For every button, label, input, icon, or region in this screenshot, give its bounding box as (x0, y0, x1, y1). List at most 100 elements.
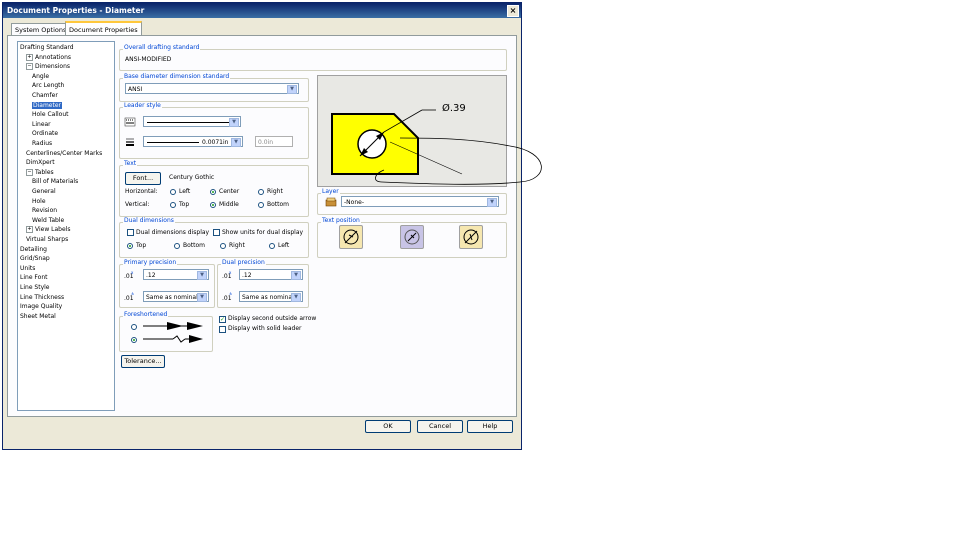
tree-item[interactable]: Bill of Materials (32, 177, 78, 186)
primary-tolerance-select[interactable]: Same as nominal ▼ (143, 291, 209, 302)
foreshortened-arrow-radio[interactable] (131, 337, 137, 343)
close-button[interactable]: × (507, 5, 519, 17)
svg-text:x: x (131, 270, 134, 275)
overall-standard-group (119, 49, 507, 71)
text-group-label: Text (123, 160, 138, 167)
primary-precision-label: Primary precision (123, 259, 178, 266)
overall-standard-label: Overall drafting standard (123, 44, 201, 51)
dual-display-checkbox[interactable] (127, 229, 134, 236)
second-arrow-checkbox[interactable]: ✓ (219, 316, 226, 323)
text-position-broken-leader-button[interactable] (339, 225, 363, 249)
dual-tolerance-precision-icon: .01± (222, 291, 232, 302)
base-standard-select[interactable]: ANSI ▼ (125, 83, 299, 94)
custom-thickness-input[interactable]: 0.0in (255, 136, 293, 147)
chevron-down-icon: ▼ (229, 118, 239, 127)
tree-item[interactable]: Line Thickness (20, 293, 64, 302)
dual-top-radio[interactable] (127, 243, 133, 249)
tree-item-label: Detailing (20, 245, 47, 253)
tolerance-button[interactable]: Tolerance... (121, 355, 165, 368)
text-position-horizontal-button[interactable] (459, 225, 483, 249)
text-position-aligned-button[interactable] (400, 225, 424, 249)
tree-item[interactable]: + View Labels (26, 225, 70, 234)
h-left-radio[interactable] (170, 189, 176, 195)
leader-style-group (119, 107, 309, 159)
expand-icon[interactable]: + (26, 53, 33, 61)
tree-item[interactable]: Line Font (20, 273, 47, 282)
tree-item[interactable]: Chamfer (32, 91, 58, 100)
tree-item-label: Arc Length (32, 82, 65, 90)
layer-value: -None- (344, 199, 364, 206)
tree-item[interactable]: Sheet Metal (20, 312, 56, 321)
line-thickness-select[interactable]: 0.0071in ▼ (143, 136, 243, 147)
tree-item-label: Tables (35, 168, 54, 176)
font-button[interactable]: Font... (125, 172, 161, 185)
tree-item[interactable]: + Annotations (26, 53, 71, 62)
tree-item[interactable]: − Tables (26, 168, 54, 177)
tree-item[interactable]: Hole (32, 197, 46, 206)
title-bar[interactable]: Document Properties - Diameter × (3, 3, 521, 18)
tree-item[interactable]: Virtual Sharps (26, 235, 68, 244)
dual-left-radio[interactable] (269, 243, 275, 249)
tree-item[interactable]: Radius (32, 139, 52, 148)
tree-item-label: Chamfer (32, 92, 58, 99)
dual-units-checkbox[interactable] (213, 229, 220, 236)
dual-precision-select[interactable]: .12 ▼ (239, 269, 303, 280)
h-right-radio[interactable] (258, 189, 264, 195)
tree-item[interactable]: Units (20, 264, 35, 273)
solid-leader-checkbox[interactable] (219, 326, 226, 333)
tree-item-label: Dimensions (35, 63, 71, 71)
h-right-label: Right (267, 188, 283, 195)
tree-item[interactable]: Drafting Standard (20, 43, 74, 52)
tree-item[interactable]: General (32, 187, 56, 196)
collapse-icon[interactable]: − (26, 63, 33, 71)
tree-item[interactable]: Angle (32, 72, 49, 81)
options-tree[interactable]: Drafting Standard + Annotations − Dimensions… (17, 41, 115, 411)
layer-icon (325, 197, 337, 207)
tree-item[interactable]: Diameter (32, 101, 63, 110)
dual-right-radio[interactable] (220, 243, 226, 249)
tree-item[interactable]: DimXpert (26, 158, 55, 167)
tree-item[interactable]: Revision (32, 206, 57, 215)
svg-text:±: ± (229, 291, 232, 296)
tree-item-label: Radius (32, 140, 53, 147)
chevron-down-icon: ▼ (231, 138, 241, 147)
tree-item-label: Units (20, 264, 36, 272)
primary-precision-select[interactable]: .12 ▼ (143, 269, 209, 280)
collapse-icon[interactable]: − (26, 168, 33, 176)
chevron-down-icon: ▼ (287, 85, 297, 94)
v-middle-label: Middle (219, 201, 239, 208)
help-button[interactable]: Help (467, 420, 513, 433)
cancel-button[interactable]: Cancel (417, 420, 463, 433)
tree-item[interactable]: Detailing (20, 245, 47, 254)
tree-item[interactable]: Weld Table (32, 216, 64, 225)
layer-select[interactable]: -None- ▼ (341, 196, 499, 207)
v-bottom-radio[interactable] (258, 202, 264, 208)
tree-item-label: Grid/Snap (20, 255, 50, 263)
v-middle-radio[interactable] (210, 202, 216, 208)
tree-item[interactable]: Linear (32, 120, 51, 129)
leader-style-label: Leader style (123, 102, 162, 109)
dual-units-label: Show units for dual display (222, 229, 304, 236)
v-top-radio[interactable] (170, 202, 176, 208)
h-center-radio[interactable] (210, 189, 216, 195)
tree-item-label: Virtual Sharps (26, 236, 69, 243)
tree-item[interactable]: Line Style (20, 283, 49, 292)
overall-standard-value: ANSI-MODIFIED (125, 56, 172, 63)
v-top-label: Top (179, 201, 190, 208)
expand-icon[interactable]: + (26, 226, 33, 234)
line-style-select[interactable]: ▼ (143, 116, 241, 127)
tree-item[interactable]: Centerlines/Center Marks (26, 149, 102, 158)
tree-item[interactable]: Hole Callout (32, 110, 68, 119)
tree-item[interactable]: − Dimensions (26, 62, 70, 71)
dual-tolerance-select[interactable]: Same as nominal ▼ (239, 291, 303, 302)
line-thickness-icon (126, 138, 134, 146)
ok-button[interactable]: OK (365, 420, 411, 433)
tree-item[interactable]: Ordinate (32, 129, 58, 138)
full-leader-arrow-icon (143, 322, 203, 330)
tree-item[interactable]: Arc Length (32, 81, 64, 90)
tree-item[interactable]: Image Quality (20, 302, 62, 311)
tree-item[interactable]: Grid/Snap (20, 254, 50, 263)
full-arrow-radio[interactable] (131, 324, 137, 330)
chevron-down-icon: ▼ (487, 198, 497, 207)
dual-bottom-radio[interactable] (174, 243, 180, 249)
